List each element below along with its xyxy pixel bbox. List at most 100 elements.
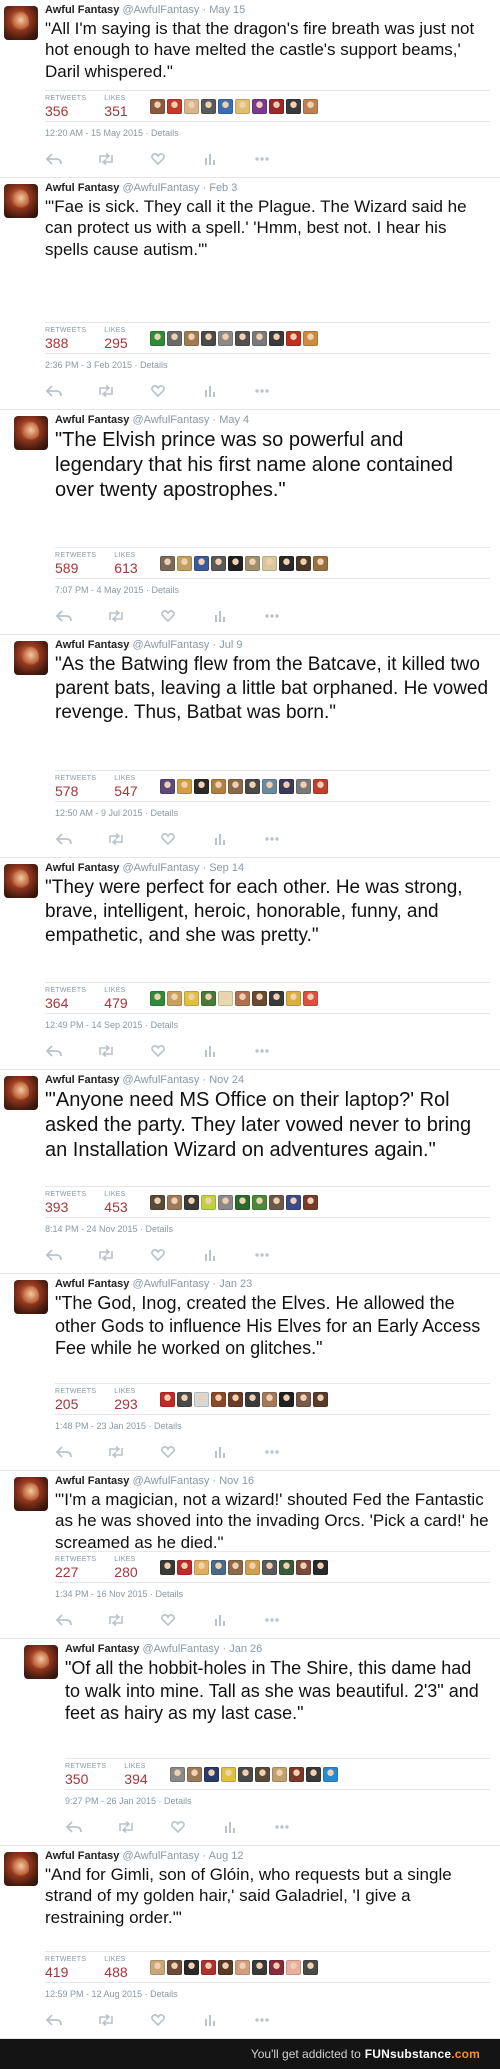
like-icon[interactable] [149, 1248, 167, 1262]
retweet-count[interactable]: RETWEETS 364 [45, 986, 86, 1011]
like-count[interactable]: LIKES 479 [104, 986, 127, 1011]
liker-avatar[interactable] [251, 1194, 267, 1210]
like-icon[interactable] [159, 1613, 177, 1627]
reply-icon[interactable] [65, 1820, 83, 1834]
liker-avatar[interactable] [217, 98, 233, 114]
liker-avatar[interactable] [322, 1766, 338, 1782]
tweet-timestamp[interactable]: 12:49 PM - 14 Sep 2015 · Details [45, 1020, 178, 1030]
author-avatar[interactable] [4, 1852, 38, 1886]
liker-avatar[interactable] [278, 1391, 294, 1407]
analytics-icon[interactable] [201, 152, 219, 166]
liker-avatar[interactable] [302, 990, 318, 1006]
author-name[interactable]: Awful Fantasy [45, 1074, 119, 1086]
liker-avatar[interactable] [159, 778, 175, 794]
retweet-count[interactable]: RETWEETS 356 [45, 94, 86, 119]
liker-avatar[interactable] [217, 330, 233, 346]
liker-avatar[interactable] [268, 1959, 284, 1975]
tweet-timestamp[interactable]: 8:14 PM - 24 Nov 2015 · Details [45, 1224, 173, 1234]
liker-avatar[interactable] [200, 98, 216, 114]
like-count[interactable]: LIKES 547 [114, 774, 137, 799]
liker-avatar[interactable] [285, 330, 301, 346]
liker-avatar[interactable] [176, 555, 192, 571]
more-icon[interactable] [253, 1248, 271, 1262]
retweet-icon[interactable] [97, 384, 115, 398]
retweet-count[interactable]: RETWEETS 419 [45, 1955, 86, 1980]
tweet-timestamp[interactable]: 1:48 PM - 23 Jan 2015 · Details [55, 1421, 182, 1431]
retweet-count[interactable]: RETWEETS 205 [55, 1387, 96, 1412]
liker-avatar[interactable] [227, 778, 243, 794]
tweet-date[interactable]: Sep 14 [209, 862, 244, 874]
liker-avatar[interactable] [244, 1559, 260, 1575]
liker-avatar[interactable] [176, 1559, 192, 1575]
liker-avatar[interactable] [186, 1766, 202, 1782]
analytics-icon[interactable] [221, 1820, 239, 1834]
liker-avatar[interactable] [278, 1559, 294, 1575]
liker-avatar[interactable] [244, 555, 260, 571]
reply-icon[interactable] [45, 1044, 63, 1058]
tweet-timestamp[interactable]: 7:07 PM - 4 May 2015 · Details [55, 585, 179, 595]
liker-avatar[interactable] [149, 1194, 165, 1210]
tweet-date[interactable]: May 15 [209, 4, 245, 16]
liker-avatar[interactable] [210, 555, 226, 571]
analytics-icon[interactable] [211, 832, 229, 846]
like-icon[interactable] [169, 1820, 187, 1834]
liker-avatar[interactable] [166, 1194, 182, 1210]
author-name[interactable]: Awful Fantasy [45, 862, 119, 874]
liker-avatar[interactable] [169, 1766, 185, 1782]
liker-avatar[interactable] [200, 330, 216, 346]
retweet-count[interactable]: RETWEETS 393 [45, 1190, 86, 1215]
reply-icon[interactable] [55, 1613, 73, 1627]
like-count[interactable]: LIKES 394 [124, 1762, 147, 1787]
reply-icon[interactable] [45, 2013, 63, 2027]
liker-avatar[interactable] [302, 98, 318, 114]
liker-avatar[interactable] [149, 1959, 165, 1975]
author-handle[interactable]: @AwfulFantasy [132, 414, 209, 426]
liker-avatar[interactable] [193, 555, 209, 571]
liker-avatar[interactable] [193, 778, 209, 794]
liker-avatar[interactable] [251, 1959, 267, 1975]
retweet-count[interactable]: RETWEETS 578 [55, 774, 96, 799]
liker-avatar[interactable] [251, 990, 267, 1006]
liker-avatar[interactable] [285, 990, 301, 1006]
liker-avatar[interactable] [183, 1194, 199, 1210]
liker-avatar[interactable] [210, 1559, 226, 1575]
like-count[interactable]: LIKES 293 [114, 1387, 137, 1412]
liker-avatar[interactable] [312, 1391, 328, 1407]
author-handle[interactable]: @AwfulFantasy [122, 862, 199, 874]
tweet-timestamp[interactable]: 9:27 PM - 26 Jan 2015 · Details [65, 1796, 192, 1806]
liker-avatar[interactable] [251, 98, 267, 114]
author-avatar[interactable] [4, 184, 38, 218]
retweet-count[interactable]: RETWEETS 350 [65, 1762, 106, 1787]
footer-brand-logo[interactable]: FUNsubstance.com [365, 2047, 480, 2061]
reply-icon[interactable] [55, 609, 73, 623]
author-name[interactable]: Awful Fantasy [45, 1850, 119, 1862]
liker-avatar[interactable] [295, 1559, 311, 1575]
liker-avatar[interactable] [220, 1766, 236, 1782]
liker-avatar[interactable] [176, 1391, 192, 1407]
author-handle[interactable]: @AwfulFantasy [122, 182, 199, 194]
liker-avatar[interactable] [278, 555, 294, 571]
liker-avatar[interactable] [193, 1559, 209, 1575]
tweet-timestamp[interactable]: 1:34 PM - 16 Nov 2015 · Details [55, 1589, 183, 1599]
liker-avatar[interactable] [261, 1559, 277, 1575]
liker-avatar[interactable] [302, 1959, 318, 1975]
like-icon[interactable] [149, 2013, 167, 2027]
more-icon[interactable] [263, 1613, 281, 1627]
reply-icon[interactable] [55, 1445, 73, 1459]
tweet-date[interactable]: Aug 12 [209, 1850, 244, 1862]
tweet-date[interactable]: Jul 9 [219, 639, 242, 651]
liker-avatar[interactable] [234, 98, 250, 114]
analytics-icon[interactable] [201, 1044, 219, 1058]
retweet-icon[interactable] [97, 1248, 115, 1262]
liker-avatar[interactable] [183, 330, 199, 346]
liker-avatar[interactable] [200, 990, 216, 1006]
more-icon[interactable] [253, 2013, 271, 2027]
author-avatar[interactable] [14, 1280, 48, 1314]
liker-avatar[interactable] [234, 1959, 250, 1975]
like-count[interactable]: LIKES 453 [104, 1190, 127, 1215]
analytics-icon[interactable] [201, 1248, 219, 1262]
author-name[interactable]: Awful Fantasy [55, 639, 129, 651]
retweet-count[interactable]: RETWEETS 589 [55, 551, 96, 576]
liker-avatar[interactable] [237, 1766, 253, 1782]
tweet-date[interactable]: Nov 24 [209, 1074, 244, 1086]
